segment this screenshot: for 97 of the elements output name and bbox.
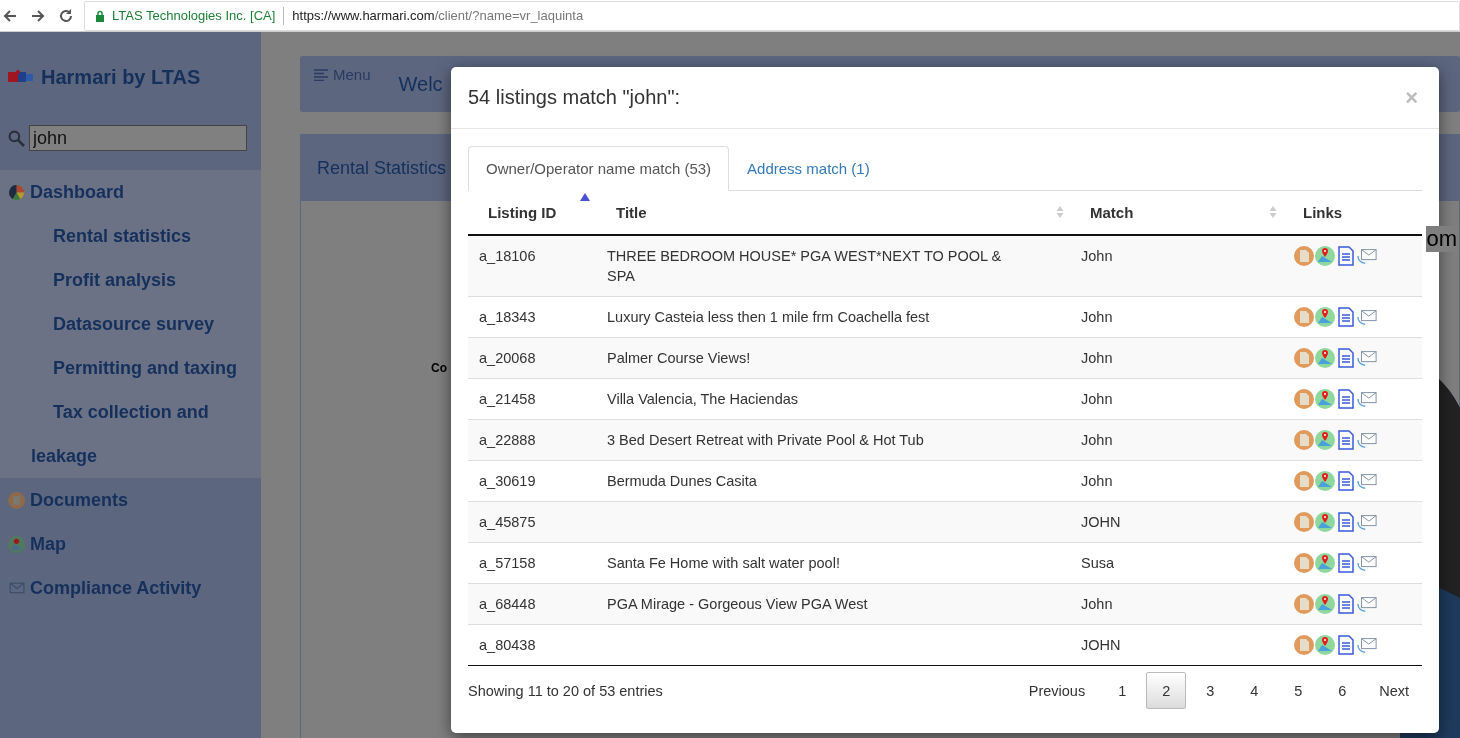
table-cell: a_45875 [479,514,536,530]
search-icon [8,129,25,147]
table-cell: Villa Valencia, The Haciendas [607,391,799,407]
next-button[interactable]: Next [1366,672,1422,709]
puzzle-logo-icon [8,69,34,85]
table-cell: PGA Mirage - Gorgeous View PGA West [607,596,868,612]
table-cell: a_68448 [479,596,536,612]
table-cell: Santa Fe Home with salt water pool! [607,555,840,571]
tab[interactable]: Owner/Operator name match (53) [468,146,730,191]
envelope-phone-icon[interactable] [1357,348,1377,368]
map-pin-icon[interactable] [1315,594,1335,614]
map-pin-icon[interactable] [1315,307,1335,327]
file-text-icon[interactable] [1336,471,1356,491]
map-pin-icon [8,535,25,553]
map-pin-icon[interactable] [1315,348,1335,368]
file-text-icon[interactable] [1336,430,1356,450]
table-cell: a_18106 [479,248,536,264]
lines-icon [314,68,328,81]
lock-icon [95,9,105,22]
map-pin-icon[interactable] [1315,430,1335,450]
table-cell: JOHN [1081,637,1121,653]
table-cell: John [1081,432,1113,448]
envelope-phone-icon[interactable] [1357,553,1377,573]
table-cell: a_18343 [479,309,536,325]
page-button[interactable]: 3 [1190,672,1231,709]
document-icon[interactable] [1294,471,1314,491]
table-cell: Luxury Casteia less then 1 mile frm Coachella fest [607,309,930,325]
file-text-icon[interactable] [1336,635,1356,655]
chart-title: om [1426,226,1457,252]
document-icon[interactable] [1294,594,1314,614]
search-field[interactable]: john [29,125,247,151]
map-pin-icon[interactable] [1315,389,1335,409]
forward-icon[interactable] [30,7,46,24]
table-cell: a_21458 [479,391,536,407]
panel-title: Rental Statistics [317,157,447,179]
table-cell: John [1081,350,1113,366]
envelope-phone-icon[interactable] [1357,430,1377,450]
document-icon[interactable] [1294,348,1314,368]
table-cell: a_80438 [479,637,536,653]
pie-chart-icon [8,183,25,201]
document-icon[interactable] [1294,430,1314,450]
page-button[interactable]: 2 [1146,672,1187,709]
page-button[interactable]: 4 [1234,672,1275,709]
table-cell: Palmer Course Views! [607,350,751,366]
document-icon[interactable] [1294,512,1314,532]
table-cell: John [1081,473,1113,489]
map-pin-icon[interactable] [1315,246,1335,266]
table-cell: a_57158 [479,555,536,571]
file-text-icon[interactable] [1336,512,1356,532]
table-cell: Bermuda Dunes Casita [607,473,757,489]
file-text-icon[interactable] [1336,389,1356,409]
dialog-title: 54 listings match "john": [468,86,681,109]
map-pin-icon[interactable] [1315,471,1335,491]
envelope-phone-icon[interactable] [1357,246,1377,266]
table-cell: Susa [1081,555,1115,571]
envelope-phone-icon[interactable] [1357,512,1377,532]
map-pin-icon[interactable] [1315,553,1335,573]
document-icon[interactable] [1294,553,1314,573]
map-pin-icon[interactable] [1315,512,1335,532]
table-cell: a_22888 [479,432,536,448]
table-cell: John [1081,309,1113,325]
table-cell: 3 Bed Desert Retreat with Private Pool & Hot Tub [607,432,924,448]
file-text-icon[interactable] [1336,246,1356,266]
document-icon[interactable] [1294,307,1314,327]
page-button[interactable]: 6 [1322,672,1363,709]
document-icon[interactable] [1294,635,1314,655]
previous-button[interactable]: Previous [1015,672,1099,709]
address-bar[interactable]: LTAS Technologies Inc. [CA] https://www.harmari.com/client/?name=vr_laquinta [84,0,1460,31]
welcome-text: Welc [398,73,443,96]
envelope-phone-icon[interactable] [1357,594,1377,614]
table-cell: JOHN [1081,514,1121,530]
file-text-icon[interactable] [1336,594,1356,614]
table-cell: John [1081,596,1113,612]
file-text-icon[interactable] [1336,553,1356,573]
page-button[interactable]: 5 [1278,672,1319,709]
entries-info: Showing 11 to 20 of 53 entries [468,682,663,699]
table-cell: John [1081,391,1113,407]
document-icon [8,491,25,509]
back-icon[interactable] [2,7,18,24]
envelope-phone-icon[interactable] [1357,307,1377,327]
table-cell: a_20068 [479,350,536,366]
document-icon[interactable] [1294,246,1314,266]
reload-icon[interactable] [58,7,74,24]
envelope-phone-icon[interactable] [1357,635,1377,655]
brand-title: Harmari by LTAS [41,65,201,89]
chart-label: Co [431,361,447,375]
document-icon[interactable] [1294,389,1314,409]
tab[interactable]: Address match (1) [729,146,888,191]
table-cell: John [1081,248,1113,264]
table-cell: THREE BEDROOM HOUSE* PGA WEST*NEXT TO POOL & SPA [607,248,1002,284]
map-pin-icon[interactable] [1315,635,1335,655]
file-text-icon[interactable] [1336,307,1356,327]
file-text-icon[interactable] [1336,348,1356,368]
envelope-phone-icon[interactable] [1357,389,1377,409]
page-button[interactable]: 1 [1102,672,1143,709]
envelope-phone-icon[interactable] [1357,471,1377,491]
table-cell: a_30619 [479,473,536,489]
